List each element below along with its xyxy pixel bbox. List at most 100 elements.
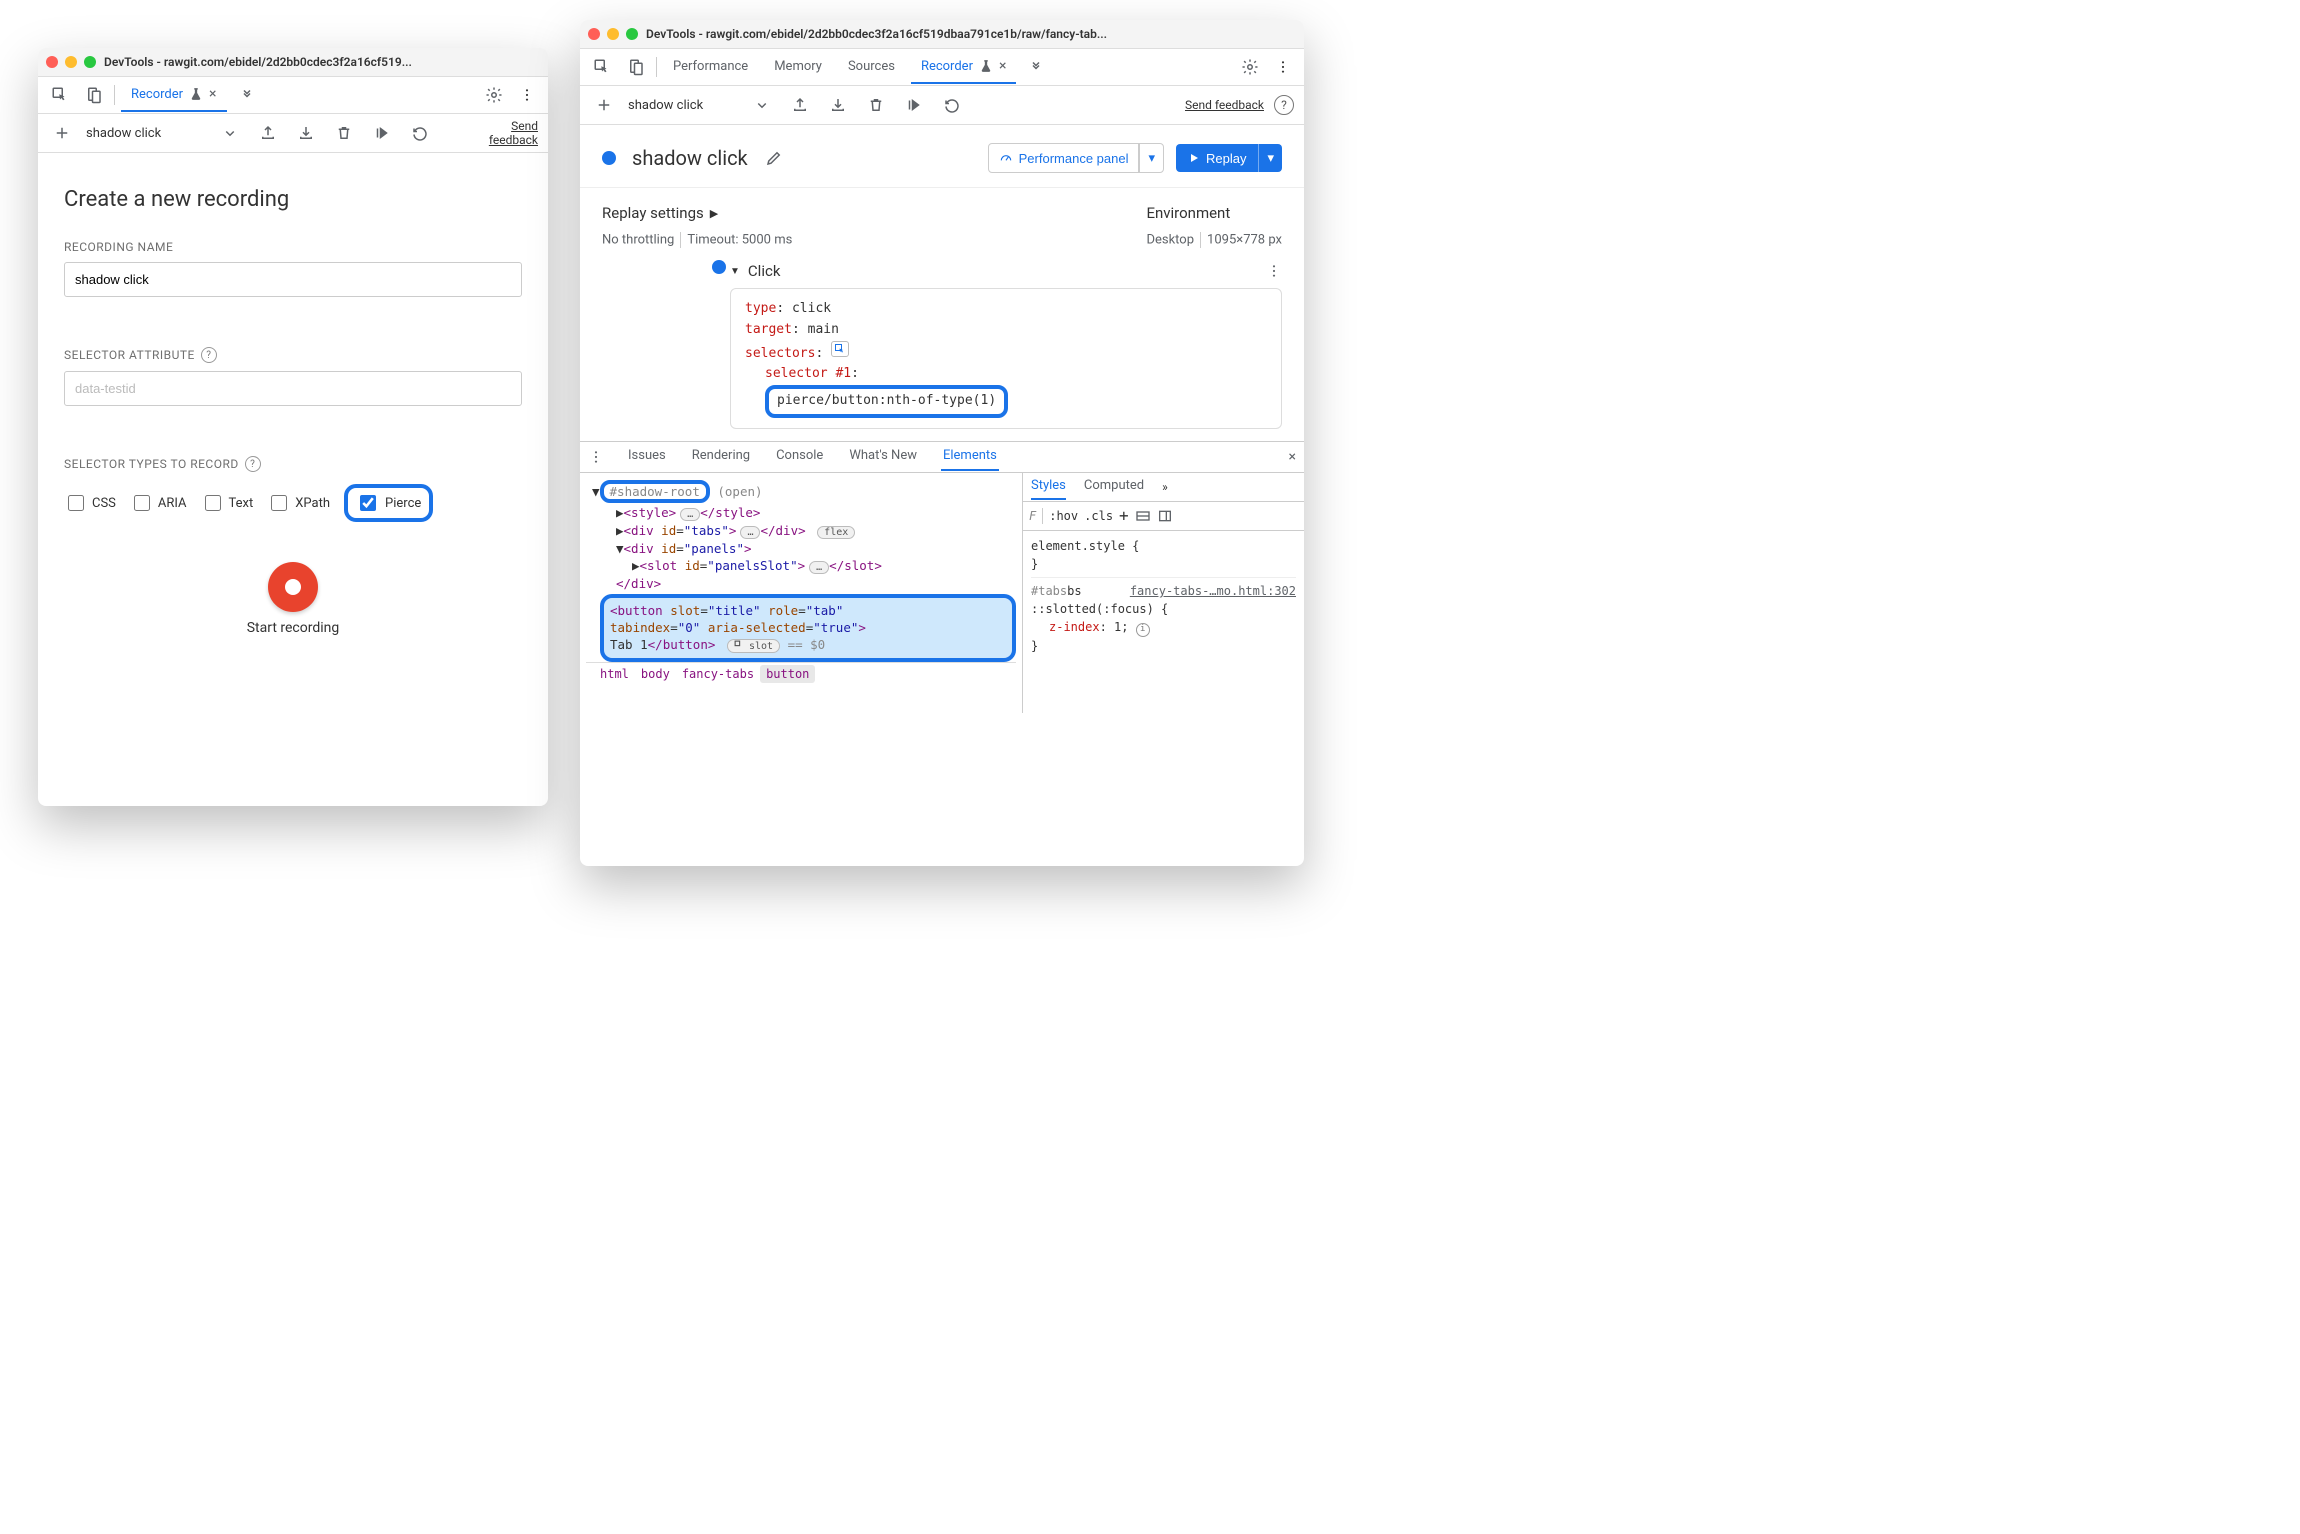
kebab-icon[interactable] [1270, 54, 1296, 80]
replay-loop-icon[interactable] [938, 91, 966, 119]
settings-icon[interactable] [1236, 53, 1264, 81]
device-icon[interactable] [80, 81, 108, 109]
flex-editor-icon[interactable] [1135, 508, 1151, 524]
main-toolbar: Performance Memory Sources Recorder × [580, 49, 1304, 86]
settings-row: Replay settings ▶ No throttling Timeout: … [580, 188, 1304, 258]
expand-icon[interactable]: ▼ [730, 266, 740, 277]
tab-sources[interactable]: Sources [838, 51, 905, 84]
cls-toggle[interactable]: .cls [1084, 509, 1113, 523]
drawer-tabs: Issues Rendering Console What's New Elem… [580, 441, 1304, 472]
inspect-icon[interactable] [46, 81, 74, 109]
tab-label: Recorder [131, 87, 183, 102]
source-link[interactable]: fancy-tabs-…mo.html:302 [1130, 582, 1296, 600]
shadow-root-highlight: #shadow-root [600, 480, 710, 503]
selector-attribute-input[interactable] [64, 371, 522, 406]
traffic-minimize[interactable] [65, 56, 77, 68]
pierce-selector-value: pierce/button:nth-of-type(1) [765, 385, 1008, 418]
main-toolbar: Recorder × [38, 77, 548, 114]
recorder-form: Create a new recording RECORDING NAME SE… [38, 153, 548, 806]
selector-type-text[interactable]: Text [201, 492, 254, 514]
drawer-tab-whatsnew[interactable]: What's New [847, 442, 919, 471]
selector-type-pierce[interactable] [360, 495, 376, 511]
start-recording-button[interactable] [268, 562, 318, 612]
replay-settings-label[interactable]: Replay settings ▶ [602, 204, 792, 222]
inspect-icon[interactable] [588, 53, 616, 81]
delete-icon[interactable] [330, 119, 358, 147]
chevron-down-icon[interactable] [748, 91, 776, 119]
recording-name: shadow click [86, 126, 206, 141]
more-tabs-icon[interactable]: » [1162, 480, 1168, 494]
throttling-value: No throttling [602, 232, 674, 247]
recording-header: shadow click Performance panel ▾ Replay … [580, 125, 1304, 188]
export-icon[interactable] [786, 91, 814, 119]
style-rule[interactable]: element.style { [1031, 537, 1296, 555]
window-title: DevTools - rawgit.com/ebidel/2d2bb0cdec3… [104, 55, 540, 69]
titlebar: DevTools - rawgit.com/ebidel/2d2bb0cdec3… [580, 20, 1304, 49]
traffic-close[interactable] [588, 28, 600, 40]
sidebar-toggle-icon[interactable] [1157, 508, 1173, 524]
styles-tab[interactable]: Styles [1031, 473, 1066, 500]
recording-name: shadow click [628, 98, 738, 113]
send-feedback-link[interactable]: Send feedback [1185, 98, 1264, 112]
drawer-tab-issues[interactable]: Issues [626, 442, 668, 471]
gauge-icon [999, 151, 1013, 165]
drawer-tab-rendering[interactable]: Rendering [690, 442, 752, 471]
traffic-zoom[interactable] [626, 28, 638, 40]
add-icon[interactable] [48, 119, 76, 147]
step-click: ▼ Click type: click target: main selecto… [580, 258, 1304, 441]
add-icon[interactable] [590, 91, 618, 119]
selector-type-aria[interactable]: ARIA [130, 492, 187, 514]
kebab-icon[interactable] [514, 82, 540, 108]
selector-attribute-label: SELECTOR ATTRIBUTE? [64, 347, 522, 363]
traffic-close[interactable] [46, 56, 58, 68]
info-icon[interactable]: i [1136, 623, 1150, 637]
replay-button[interactable]: Replay ▾ [1176, 144, 1282, 172]
hov-toggle[interactable]: :hov [1049, 509, 1078, 523]
import-icon[interactable] [292, 119, 320, 147]
dom-breadcrumbs[interactable]: htmlbodyfancy-tabsbutton [586, 662, 1016, 685]
drawer-kebab-icon[interactable] [588, 449, 604, 465]
settings-icon[interactable] [480, 81, 508, 109]
play-icon [1188, 152, 1200, 164]
close-tab-icon[interactable]: × [999, 58, 1006, 74]
step-over-icon[interactable] [368, 119, 396, 147]
tab-memory[interactable]: Memory [764, 51, 832, 84]
traffic-zoom[interactable] [84, 56, 96, 68]
tab-recorder[interactable]: Recorder × [121, 78, 227, 112]
drawer-close-icon[interactable]: × [1289, 449, 1296, 465]
devtools-window-left: DevTools - rawgit.com/ebidel/2d2bb0cdec3… [38, 48, 548, 806]
tab-recorder[interactable]: Recorder × [911, 50, 1017, 84]
computed-tab[interactable]: Computed [1084, 473, 1144, 500]
step-kebab-icon[interactable] [1266, 263, 1282, 279]
performance-panel-button[interactable]: Performance panel ▾ [988, 143, 1164, 173]
help-icon[interactable]: ? [1274, 95, 1294, 115]
add-rule-icon[interactable]: + [1119, 506, 1129, 525]
edit-icon[interactable] [760, 144, 788, 172]
tab-performance[interactable]: Performance [663, 51, 758, 84]
replay-icon[interactable] [406, 119, 434, 147]
delete-icon[interactable] [862, 91, 890, 119]
traffic-minimize[interactable] [607, 28, 619, 40]
help-icon[interactable]: ? [201, 347, 217, 363]
close-tab-icon[interactable]: × [209, 86, 216, 102]
help-icon[interactable]: ? [245, 456, 261, 472]
flask-icon [979, 59, 993, 73]
drawer-tab-console[interactable]: Console [774, 442, 825, 471]
send-feedback-link[interactable]: Send feedback [488, 119, 538, 147]
timeout-value: Timeout: 5000 ms [687, 232, 792, 247]
import-icon[interactable] [824, 91, 852, 119]
export-icon[interactable] [254, 119, 282, 147]
select-element-icon[interactable] [831, 341, 849, 357]
more-tabs-icon[interactable] [1022, 53, 1050, 81]
device-icon[interactable] [622, 53, 650, 81]
chevron-down-icon[interactable] [216, 119, 244, 147]
elements-dom-tree[interactable]: ▼#shadow-root (open) ▶<style>…</style> ▶… [580, 473, 1022, 713]
step-over-icon[interactable] [900, 91, 928, 119]
drawer-tab-elements[interactable]: Elements [941, 442, 999, 471]
flask-icon [189, 87, 203, 101]
more-tabs-icon[interactable] [233, 81, 261, 109]
filter-input[interactable]: F [1029, 509, 1036, 523]
recording-name-input[interactable] [64, 262, 522, 297]
selector-type-xpath[interactable]: XPath [267, 492, 330, 514]
selector-type-css[interactable]: CSS [64, 492, 116, 514]
